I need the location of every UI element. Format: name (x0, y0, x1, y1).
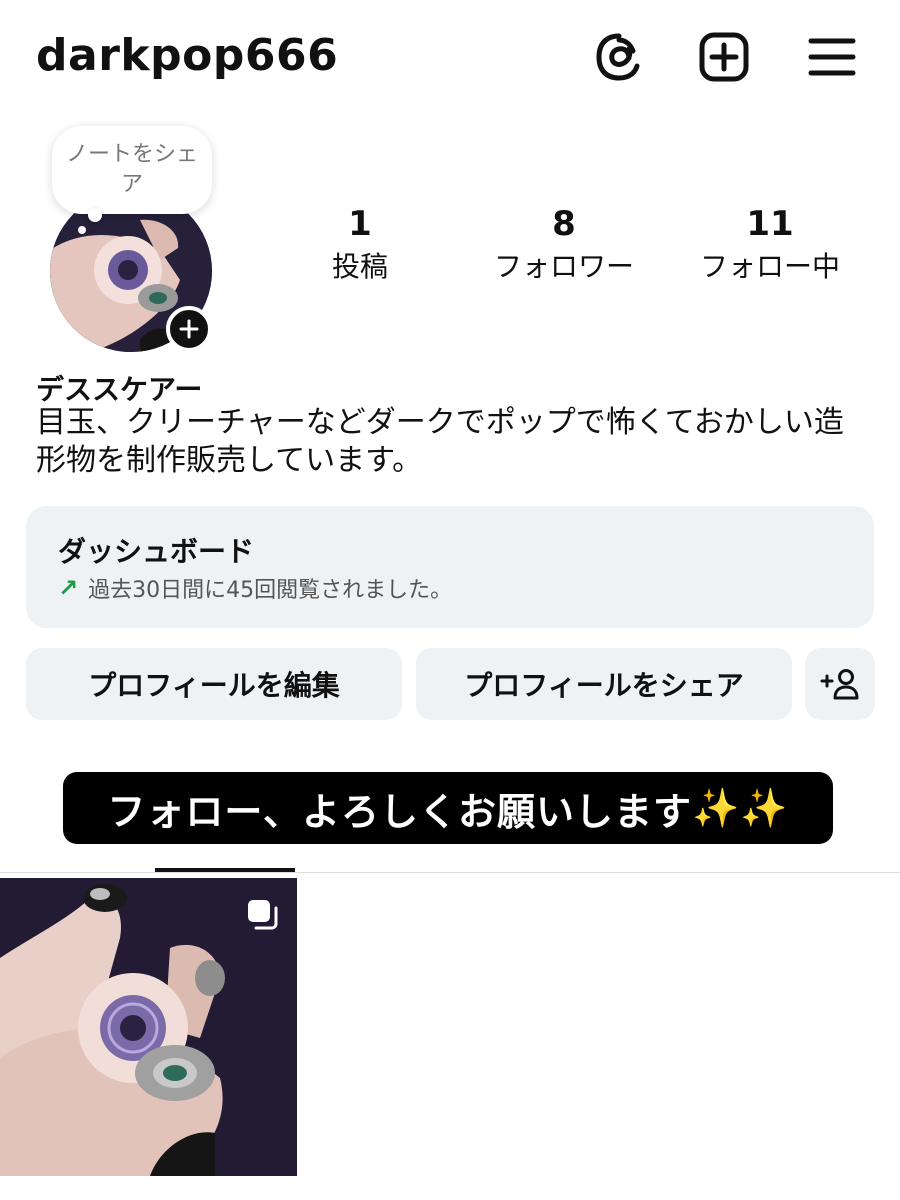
profile-username[interactable]: darkpop666 (36, 30, 338, 81)
display-name: デススケアー (36, 373, 203, 406)
tab-divider (0, 872, 900, 873)
add-person-icon (820, 669, 859, 700)
note-bubble-tail-small (78, 226, 86, 234)
threads-icon[interactable] (590, 28, 648, 86)
discover-people-button[interactable] (805, 648, 875, 720)
menu-icon[interactable] (802, 28, 860, 86)
note-text: ノートをシェア (66, 142, 199, 197)
plus-icon (179, 319, 199, 339)
note-bubble[interactable]: ノートをシェア (52, 126, 212, 214)
note-bubble-tail (88, 208, 102, 222)
bio: 目玉、クリーチャーなどダークでポップで怖くておかしい造形物を制作販売しています。 (36, 405, 844, 478)
stat-posts[interactable]: 1 投稿 (270, 204, 450, 290)
stat-following-count: 11 (746, 204, 794, 244)
caption-text: フォロー、よろしくお願いします (107, 789, 692, 834)
carousel-icon (244, 896, 282, 934)
sparkles-icon: ✨✨ (691, 785, 789, 830)
share-profile-button[interactable]: プロフィールをシェア (416, 648, 792, 720)
dashboard-subtitle: ↗ 過去30日間に45回閲覧されました。 (58, 572, 452, 604)
stat-followers-label: フォロワー (493, 250, 634, 283)
trend-up-arrow-icon: ↗ (58, 574, 79, 602)
stat-following-label: フォロー中 (699, 250, 840, 283)
dashboard-views-text: 過去30日間に45回閲覧されました。 (88, 578, 453, 603)
stat-following[interactable]: 11 フォロー中 (680, 204, 860, 290)
add-story-button[interactable] (166, 306, 212, 352)
stat-followers[interactable]: 8 フォロワー (474, 204, 654, 290)
edit-profile-button[interactable]: プロフィールを編集 (26, 648, 402, 720)
stat-posts-label: 投稿 (331, 250, 388, 283)
caption-overlay: フォロー、よろしくお願いします ✨✨ (63, 772, 833, 844)
stat-posts-count: 1 (348, 204, 372, 244)
stat-followers-count: 8 (552, 204, 576, 244)
dashboard-title: ダッシュボード (58, 535, 255, 568)
create-plus-icon[interactable] (695, 28, 753, 86)
